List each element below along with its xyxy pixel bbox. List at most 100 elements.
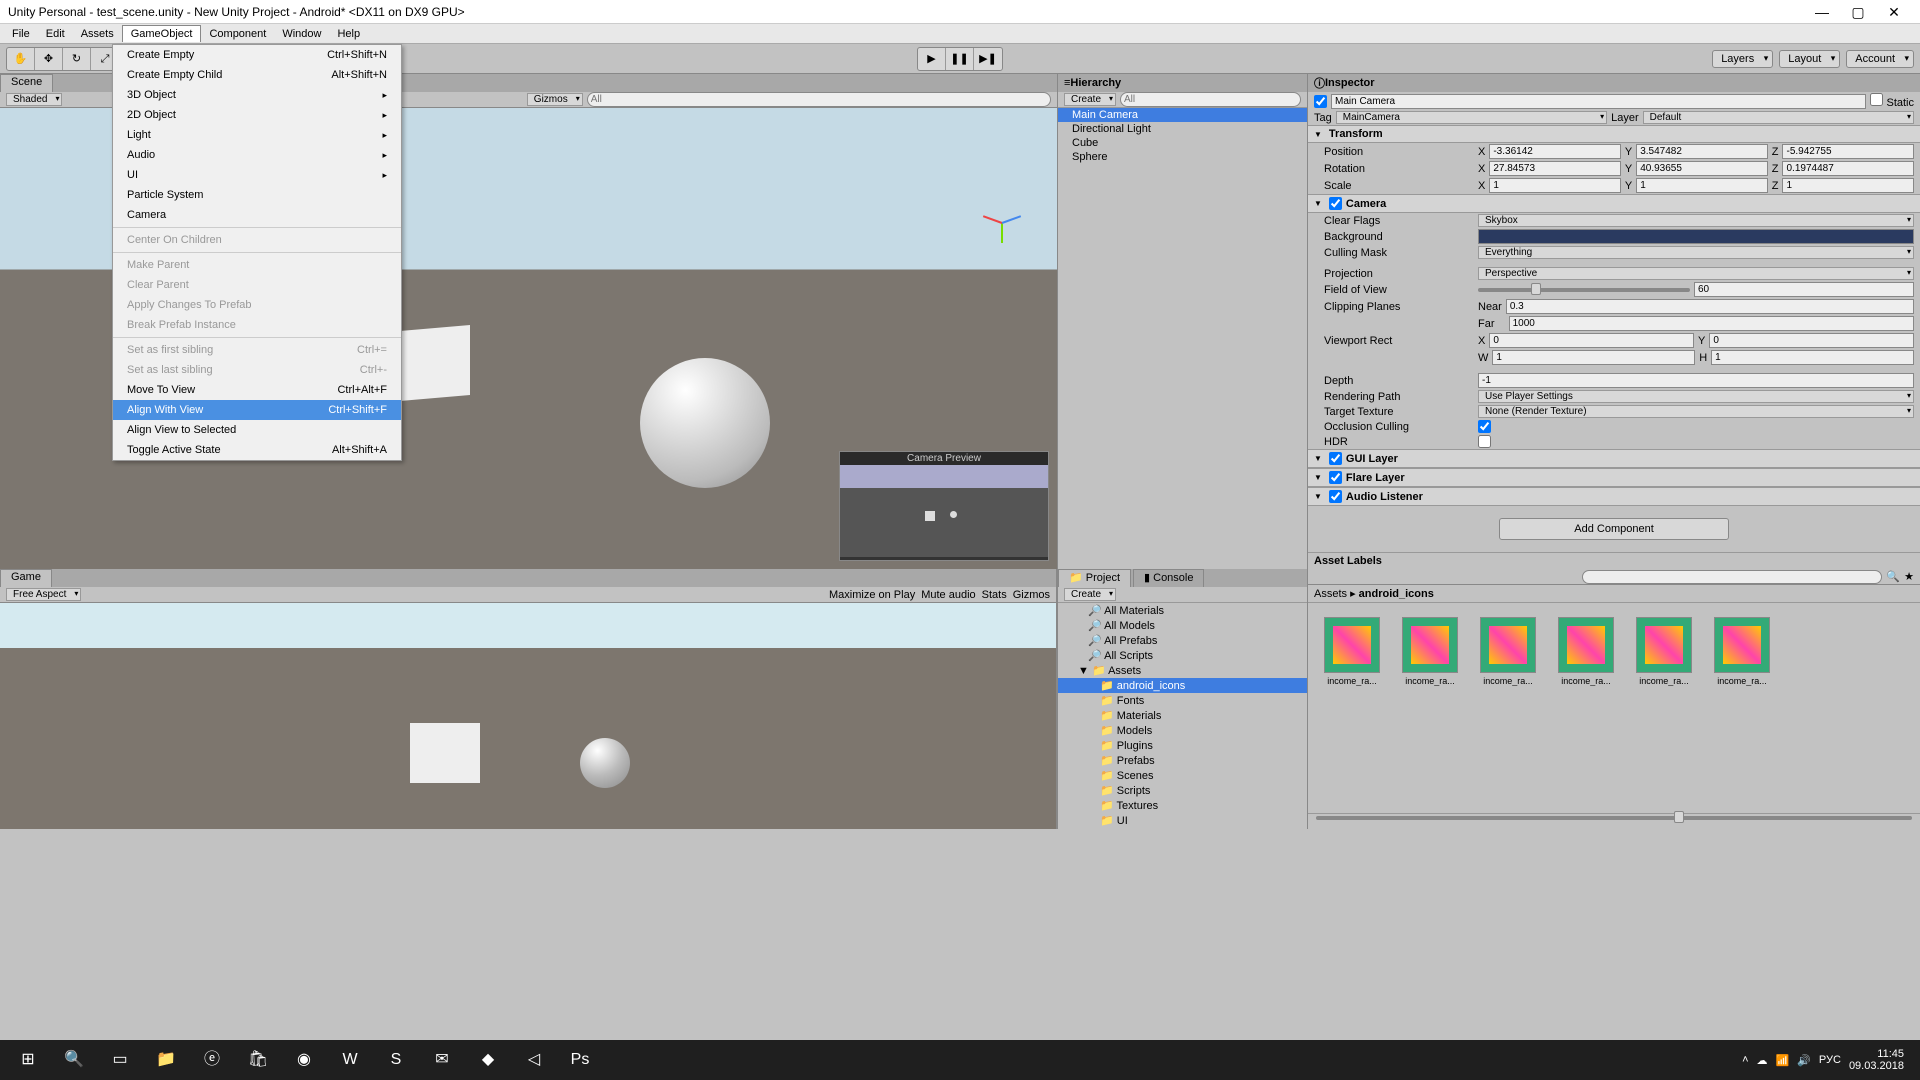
active-checkbox[interactable] xyxy=(1314,95,1327,108)
pause-button[interactable]: ❚❚ xyxy=(946,48,974,70)
maximize-button[interactable]: ▢ xyxy=(1840,0,1876,24)
game-tab[interactable]: Game xyxy=(0,569,52,587)
scale-y-input[interactable] xyxy=(1636,178,1768,193)
tag-dropdown[interactable]: MainCamera xyxy=(1336,111,1607,124)
step-button[interactable]: ▶❚ xyxy=(974,48,1002,70)
flare-layer-header[interactable]: Flare Layer xyxy=(1308,468,1920,487)
menu-item-light[interactable]: Light xyxy=(113,125,401,145)
shading-dropdown[interactable]: Shaded xyxy=(6,93,62,106)
menu-item-3d-object[interactable]: 3D Object xyxy=(113,85,401,105)
sublime-icon[interactable]: S xyxy=(374,1042,418,1078)
hierarchy-item[interactable]: Directional Light xyxy=(1058,122,1307,136)
background-color-picker[interactable] xyxy=(1478,229,1914,244)
favorite-item[interactable]: 🔎 All Models xyxy=(1058,618,1307,633)
app-icon[interactable]: ◆ xyxy=(466,1042,510,1078)
explorer-icon[interactable]: 📁 xyxy=(144,1042,188,1078)
orientation-gizmo[interactable] xyxy=(967,208,1037,278)
hierarchy-item[interactable]: Sphere xyxy=(1058,150,1307,164)
favorite-item[interactable]: 🔎 All Scripts xyxy=(1058,648,1307,663)
console-tab[interactable]: ▮ Console xyxy=(1133,569,1204,587)
asset-thumbnail[interactable]: income_ra... xyxy=(1322,617,1382,686)
tray-cloud-icon[interactable]: ☁ xyxy=(1757,1054,1768,1067)
assets-breadcrumb[interactable]: Assets ▸ android_icons xyxy=(1308,585,1920,603)
occlusion-checkbox[interactable] xyxy=(1478,420,1491,433)
play-button[interactable]: ▶ xyxy=(918,48,946,70)
scene-cube-gizmo[interactable] xyxy=(400,325,470,401)
photoshop-icon[interactable]: Ps xyxy=(558,1042,602,1078)
game-opt-mute-audio[interactable]: Mute audio xyxy=(921,589,975,601)
object-name-input[interactable] xyxy=(1331,94,1866,109)
asset-thumbnail[interactable]: income_ra... xyxy=(1400,617,1460,686)
menu-component[interactable]: Component xyxy=(201,26,274,42)
folder-item[interactable]: 📁 Materials xyxy=(1058,708,1307,723)
menu-edit[interactable]: Edit xyxy=(38,26,73,42)
target-texture-dropdown[interactable]: None (Render Texture) xyxy=(1478,405,1914,418)
asset-thumbnail[interactable]: income_ra... xyxy=(1712,617,1772,686)
audio-listener-header[interactable]: Audio Listener xyxy=(1308,487,1920,506)
start-button[interactable]: ⊞ xyxy=(6,1042,50,1078)
menu-item-camera[interactable]: Camera xyxy=(113,205,401,225)
rotation-y-input[interactable] xyxy=(1636,161,1768,176)
folder-item[interactable]: 📁 UnityAds xyxy=(1058,828,1307,829)
rendering-path-dropdown[interactable]: Use Player Settings xyxy=(1478,390,1914,403)
menu-item-create-empty-child[interactable]: Create Empty ChildAlt+Shift+N xyxy=(113,65,401,85)
rotation-z-input[interactable] xyxy=(1782,161,1914,176)
viewport-x-input[interactable] xyxy=(1489,333,1694,348)
tray-wifi-icon[interactable]: 📶 xyxy=(1776,1054,1790,1067)
transform-component-header[interactable]: Transform xyxy=(1308,125,1920,143)
menu-item-ui[interactable]: UI xyxy=(113,165,401,185)
game-opt-gizmos[interactable]: Gizmos xyxy=(1013,589,1050,601)
far-input[interactable] xyxy=(1509,316,1914,331)
folder-item[interactable]: 📁 Textures xyxy=(1058,798,1307,813)
static-checkbox[interactable] xyxy=(1870,93,1883,106)
hierarchy-item[interactable]: Cube xyxy=(1058,136,1307,150)
gui-layer-header[interactable]: GUI Layer xyxy=(1308,449,1920,468)
position-z-input[interactable] xyxy=(1782,144,1914,159)
rotation-x-input[interactable] xyxy=(1489,161,1621,176)
favorite-item[interactable]: 🔎 All Materials xyxy=(1058,603,1307,618)
rotate-tool-icon[interactable]: ↻ xyxy=(63,48,91,70)
folder-item[interactable]: 📁 UI xyxy=(1058,813,1307,828)
minimize-button[interactable]: — xyxy=(1804,0,1840,24)
menu-window[interactable]: Window xyxy=(274,26,329,42)
depth-input[interactable] xyxy=(1478,373,1914,388)
hierarchy-search-input[interactable] xyxy=(1120,92,1301,107)
edge-icon[interactable]: ⓔ xyxy=(190,1042,234,1078)
folder-item[interactable]: 📁 Plugins xyxy=(1058,738,1307,753)
menu-item-align-view-to-selected[interactable]: Align View to Selected xyxy=(113,420,401,440)
scale-z-input[interactable] xyxy=(1782,178,1914,193)
fov-input[interactable] xyxy=(1694,282,1914,297)
viewport-y-input[interactable] xyxy=(1709,333,1914,348)
culling-dropdown[interactable]: Everything xyxy=(1478,246,1914,259)
tray-lang[interactable]: РУС xyxy=(1819,1054,1841,1066)
aspect-dropdown[interactable]: Free Aspect xyxy=(6,588,81,601)
menu-item-move-to-view[interactable]: Move To ViewCtrl+Alt+F xyxy=(113,380,401,400)
hdr-checkbox[interactable] xyxy=(1478,435,1491,448)
favorite-item[interactable]: 🔎 All Prefabs xyxy=(1058,633,1307,648)
folder-item[interactable]: 📁 Fonts xyxy=(1058,693,1307,708)
camera-component-header[interactable]: Camera xyxy=(1308,194,1920,213)
filter-icon[interactable]: 🔍 xyxy=(1886,570,1900,583)
scene-search-input[interactable] xyxy=(587,92,1051,107)
position-x-input[interactable] xyxy=(1489,144,1621,159)
folder-item[interactable]: 📁 Models xyxy=(1058,723,1307,738)
hierarchy-create-dropdown[interactable]: Create xyxy=(1064,93,1116,106)
project-tab[interactable]: 📁 Project xyxy=(1058,569,1131,587)
menu-item-align-with-view[interactable]: Align With ViewCtrl+Shift+F xyxy=(113,400,401,420)
hand-tool-icon[interactable]: ✋ xyxy=(7,48,35,70)
menu-item-audio[interactable]: Audio xyxy=(113,145,401,165)
clear-flags-dropdown[interactable]: Skybox xyxy=(1478,214,1914,227)
game-opt-maximize-on-play[interactable]: Maximize on Play xyxy=(829,589,915,601)
layout-dropdown[interactable]: Layout xyxy=(1779,50,1840,68)
account-dropdown[interactable]: Account xyxy=(1846,50,1914,68)
folder-item[interactable]: 📁 Scenes xyxy=(1058,768,1307,783)
add-component-button[interactable]: Add Component xyxy=(1499,518,1729,540)
task-view-icon[interactable]: ▭ xyxy=(98,1042,142,1078)
viewport-h-input[interactable] xyxy=(1711,350,1914,365)
tray-chevron-icon[interactable]: ˄ xyxy=(1742,1054,1748,1066)
layer-dropdown[interactable]: Default xyxy=(1643,111,1914,124)
hierarchy-item[interactable]: Main Camera xyxy=(1058,108,1307,122)
gizmos-dropdown[interactable]: Gizmos xyxy=(527,93,583,106)
search-icon[interactable]: 🔍 xyxy=(52,1042,96,1078)
scene-sphere-gizmo[interactable] xyxy=(640,358,770,488)
